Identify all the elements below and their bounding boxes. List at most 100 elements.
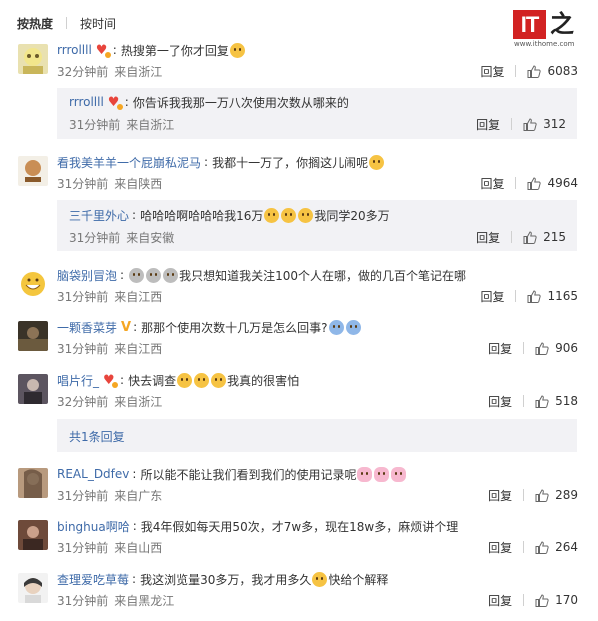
- like-button[interactable]: 312: [523, 117, 566, 131]
- colon: :: [124, 95, 129, 109]
- reply-button[interactable]: 回复: [488, 592, 512, 609]
- sub-reply-box: 三千里外心 : 哈哈哈啊哈哈哈我16万 我同学20多万 31分钟前 来自安徽 回…: [57, 200, 577, 251]
- pig-emoji-icon: [391, 466, 407, 482]
- like-button[interactable]: 4964: [527, 176, 578, 190]
- thumbs-up-icon: [527, 289, 542, 303]
- username-link[interactable]: REAL_Ddfev: [57, 467, 129, 481]
- logo-it-mark: IT: [513, 10, 546, 39]
- thumbs-up-icon: [535, 488, 549, 502]
- username-link[interactable]: 查理爱吃草莓: [57, 571, 129, 588]
- username-link[interactable]: rrrollll: [57, 43, 92, 57]
- reply-button[interactable]: 回复: [476, 229, 500, 246]
- username-link[interactable]: binghua啊哈: [57, 518, 130, 535]
- action-divider: [515, 290, 517, 302]
- comment-location: 来自广东: [114, 488, 163, 503]
- sub-reply-text-part2: 我同学20多万: [314, 208, 390, 223]
- like-button[interactable]: 518: [535, 394, 578, 408]
- sort-by-hot-tab[interactable]: 按热度: [17, 15, 53, 32]
- sub-reply-location: 来自浙江: [126, 117, 175, 132]
- username-link[interactable]: rrrollll: [69, 95, 104, 109]
- colon: :: [132, 519, 137, 533]
- comment-line: 一颗香菜芽 V : 那那个使用次数十几万是怎么回事?: [57, 318, 362, 336]
- sub-reply-line: 三千里外心 : 哈哈哈啊哈哈哈我16万 我同学20多万: [69, 206, 390, 224]
- avatar[interactable]: [18, 269, 48, 299]
- reply-button[interactable]: 回复: [488, 539, 512, 556]
- heart-badge-icon: ♥: [103, 374, 119, 388]
- action-divider: [515, 65, 517, 77]
- sub-reply-actions: 回复 312: [476, 116, 566, 132]
- action-divider: [515, 177, 517, 189]
- like-count: 215: [543, 230, 566, 244]
- like-button[interactable]: 906: [535, 341, 578, 355]
- comment-actions: 回复 289: [488, 487, 578, 503]
- action-divider: [523, 342, 525, 354]
- like-count: 906: [555, 341, 578, 355]
- username-link[interactable]: 三千里外心: [69, 207, 129, 224]
- like-button[interactable]: 1165: [527, 289, 578, 303]
- like-count: 289: [555, 488, 578, 502]
- like-button[interactable]: 264: [535, 540, 578, 554]
- sub-reply-location: 来自安徽: [126, 230, 175, 245]
- comment-text: 我4年假如每天用50次，才7w多，现在18w多，麻烦讲个理: [140, 519, 459, 534]
- colon: :: [132, 208, 137, 222]
- username-link[interactable]: 看我美羊羊一个屁崩私泥马: [57, 154, 201, 171]
- comment-meta: 31分钟前 来自广东: [57, 487, 162, 503]
- thumbs-up-icon: [535, 540, 549, 554]
- sub-reply-meta: 31分钟前 来自安徽: [69, 229, 174, 245]
- cry-emoji-icon: [328, 319, 344, 335]
- pig-emoji-icon: [357, 466, 373, 482]
- sub-reply-time: 31分钟前: [69, 230, 121, 245]
- like-button[interactable]: 170: [535, 593, 578, 607]
- avatar-image: [18, 269, 48, 299]
- comment-line: rrrollll ♥ : 热搜第一了你才回复: [57, 41, 246, 59]
- reply-button[interactable]: 回复: [480, 288, 504, 305]
- cry-emoji-icon: [345, 319, 361, 335]
- comment-meta: 31分钟前 来自陕西: [57, 175, 162, 191]
- avatar[interactable]: [18, 468, 48, 498]
- more-replies-box: 共1条回复: [57, 419, 577, 452]
- colon: :: [133, 320, 138, 334]
- colon: :: [132, 467, 137, 481]
- avatar[interactable]: [18, 573, 48, 603]
- comment-location: 来自浙江: [114, 64, 163, 79]
- avatar-image: [18, 468, 48, 498]
- sort-by-time-tab[interactable]: 按时间: [80, 15, 116, 32]
- avatar[interactable]: [18, 44, 48, 74]
- shock-emoji-icon: [163, 267, 179, 283]
- avatar[interactable]: [18, 321, 48, 351]
- avatar[interactable]: [18, 374, 48, 404]
- comment-time: 31分钟前: [57, 540, 109, 555]
- logo-char: 之: [550, 10, 574, 38]
- like-count: 312: [543, 117, 566, 131]
- sub-reply-time: 31分钟前: [69, 117, 121, 132]
- reply-button[interactable]: 回复: [488, 487, 512, 504]
- action-divider: [523, 489, 525, 501]
- view-more-replies-link[interactable]: 共1条回复: [69, 428, 125, 444]
- comment-line: 看我美羊羊一个屁崩私泥马 : 我都十一万了，你搁这儿闹呢: [57, 153, 385, 171]
- comment-time: 31分钟前: [57, 593, 109, 608]
- reply-button[interactable]: 回复: [480, 63, 504, 80]
- comment-text: 热搜第一了你才回复: [120, 43, 229, 58]
- username-link[interactable]: 脑袋别冒泡: [57, 267, 117, 284]
- comment-time: 32分钟前: [57, 64, 109, 79]
- avatar[interactable]: [18, 156, 48, 186]
- like-button[interactable]: 289: [535, 488, 578, 502]
- avatar-image: [18, 374, 48, 404]
- like-button[interactable]: 215: [523, 230, 566, 244]
- comment-location: 来自黑龙江: [114, 593, 175, 608]
- username-link[interactable]: 唱片行_: [57, 372, 99, 389]
- reply-button[interactable]: 回复: [488, 393, 512, 410]
- avatar[interactable]: [18, 520, 48, 550]
- reply-button[interactable]: 回复: [480, 175, 504, 192]
- reply-button[interactable]: 回复: [488, 340, 512, 357]
- username-link[interactable]: 一颗香菜芽: [57, 319, 117, 336]
- comment-meta: 31分钟前 来自江西: [57, 288, 162, 304]
- reply-button[interactable]: 回复: [476, 116, 500, 133]
- sub-reply-meta: 31分钟前 来自浙江: [69, 116, 174, 132]
- action-divider: [523, 395, 525, 407]
- shock-emoji-icon: [146, 267, 162, 283]
- like-button[interactable]: 6083: [527, 64, 578, 78]
- comment-location: 来自江西: [114, 341, 163, 356]
- comment-meta: 31分钟前 来自江西: [57, 340, 162, 356]
- thumbs-emoji-icon: [264, 207, 280, 223]
